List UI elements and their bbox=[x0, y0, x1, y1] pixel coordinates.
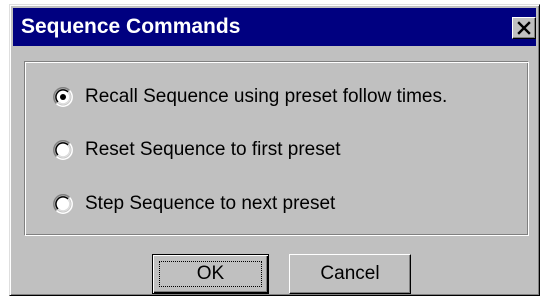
options-group: Recall Sequence using preset follow time… bbox=[24, 61, 529, 236]
option-label: Reset Sequence to first preset bbox=[85, 139, 341, 160]
radio-selected-icon[interactable] bbox=[53, 87, 73, 107]
dialog-title: Sequence Commands bbox=[21, 15, 241, 38]
option-reset-sequence[interactable]: Reset Sequence to first preset bbox=[53, 137, 341, 163]
radio-unselected-icon[interactable] bbox=[53, 194, 73, 214]
title-bar[interactable]: Sequence Commands bbox=[13, 8, 536, 46]
cancel-button-label: Cancel bbox=[320, 263, 380, 284]
ok-button[interactable]: OK bbox=[152, 254, 269, 294]
option-step-sequence[interactable]: Step Sequence to next preset bbox=[53, 191, 335, 217]
sequence-commands-dialog: Sequence Commands Recall Sequence using … bbox=[9, 4, 540, 296]
option-label: Step Sequence to next preset bbox=[85, 193, 336, 214]
ok-button-label: OK bbox=[196, 263, 225, 284]
option-recall-sequence[interactable]: Recall Sequence using preset follow time… bbox=[53, 84, 447, 110]
close-button[interactable] bbox=[512, 17, 536, 39]
radio-unselected-icon[interactable] bbox=[53, 140, 73, 160]
cancel-button[interactable]: Cancel bbox=[289, 254, 411, 294]
close-x-icon bbox=[517, 21, 531, 35]
option-label: Recall Sequence using preset follow time… bbox=[85, 86, 448, 107]
